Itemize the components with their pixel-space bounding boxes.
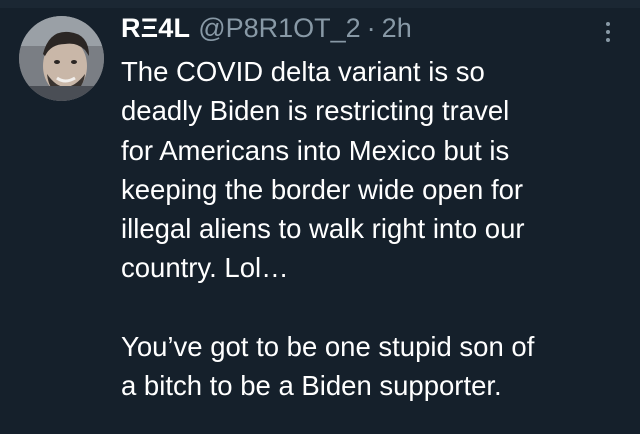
tweet-line: keeping the border wide open for <box>121 173 524 205</box>
avatar[interactable] <box>19 16 104 101</box>
tweet-line: You’ve got to be one stupid son of <box>121 331 535 363</box>
user-avatar-icon <box>19 16 104 101</box>
tweet-line: The COVID delta variant is so <box>121 56 485 87</box>
tweet-header: RΞ4L @P8R1OT_2 · 2h <box>121 13 412 49</box>
more-options-button[interactable] <box>598 18 618 46</box>
tweet-line: a bitch to be a Biden supporter. <box>121 370 502 402</box>
display-name[interactable]: RΞ4L <box>121 13 190 44</box>
user-handle[interactable]: @P8R1OT_2 <box>198 13 360 44</box>
tweet-line: deadly Biden is restricting travel <box>121 95 510 127</box>
tweet-line: for Americans into Mexico but is <box>121 134 510 166</box>
header-separator: · <box>366 13 376 43</box>
tweet-paragraph-2: You’ve got to be one stupid son of a bit… <box>121 327 621 406</box>
more-vertical-icon-dot-2 <box>606 30 610 34</box>
more-vertical-icon <box>606 22 610 26</box>
tweet-line: country. Lol… <box>121 252 289 284</box>
tweet-paragraph-1: The COVID delta variant is so deadly Bid… <box>121 52 621 288</box>
more-vertical-icon-dot-3 <box>606 38 610 42</box>
tweet-body: The COVID delta variant is so deadly Bid… <box>121 52 621 406</box>
tweet-line: illegal aliens to walk right into our <box>121 213 525 245</box>
tweet[interactable]: RΞ4L @P8R1OT_2 · 2h The COVID delta vari… <box>0 0 640 434</box>
timestamp[interactable]: 2h <box>382 13 412 44</box>
